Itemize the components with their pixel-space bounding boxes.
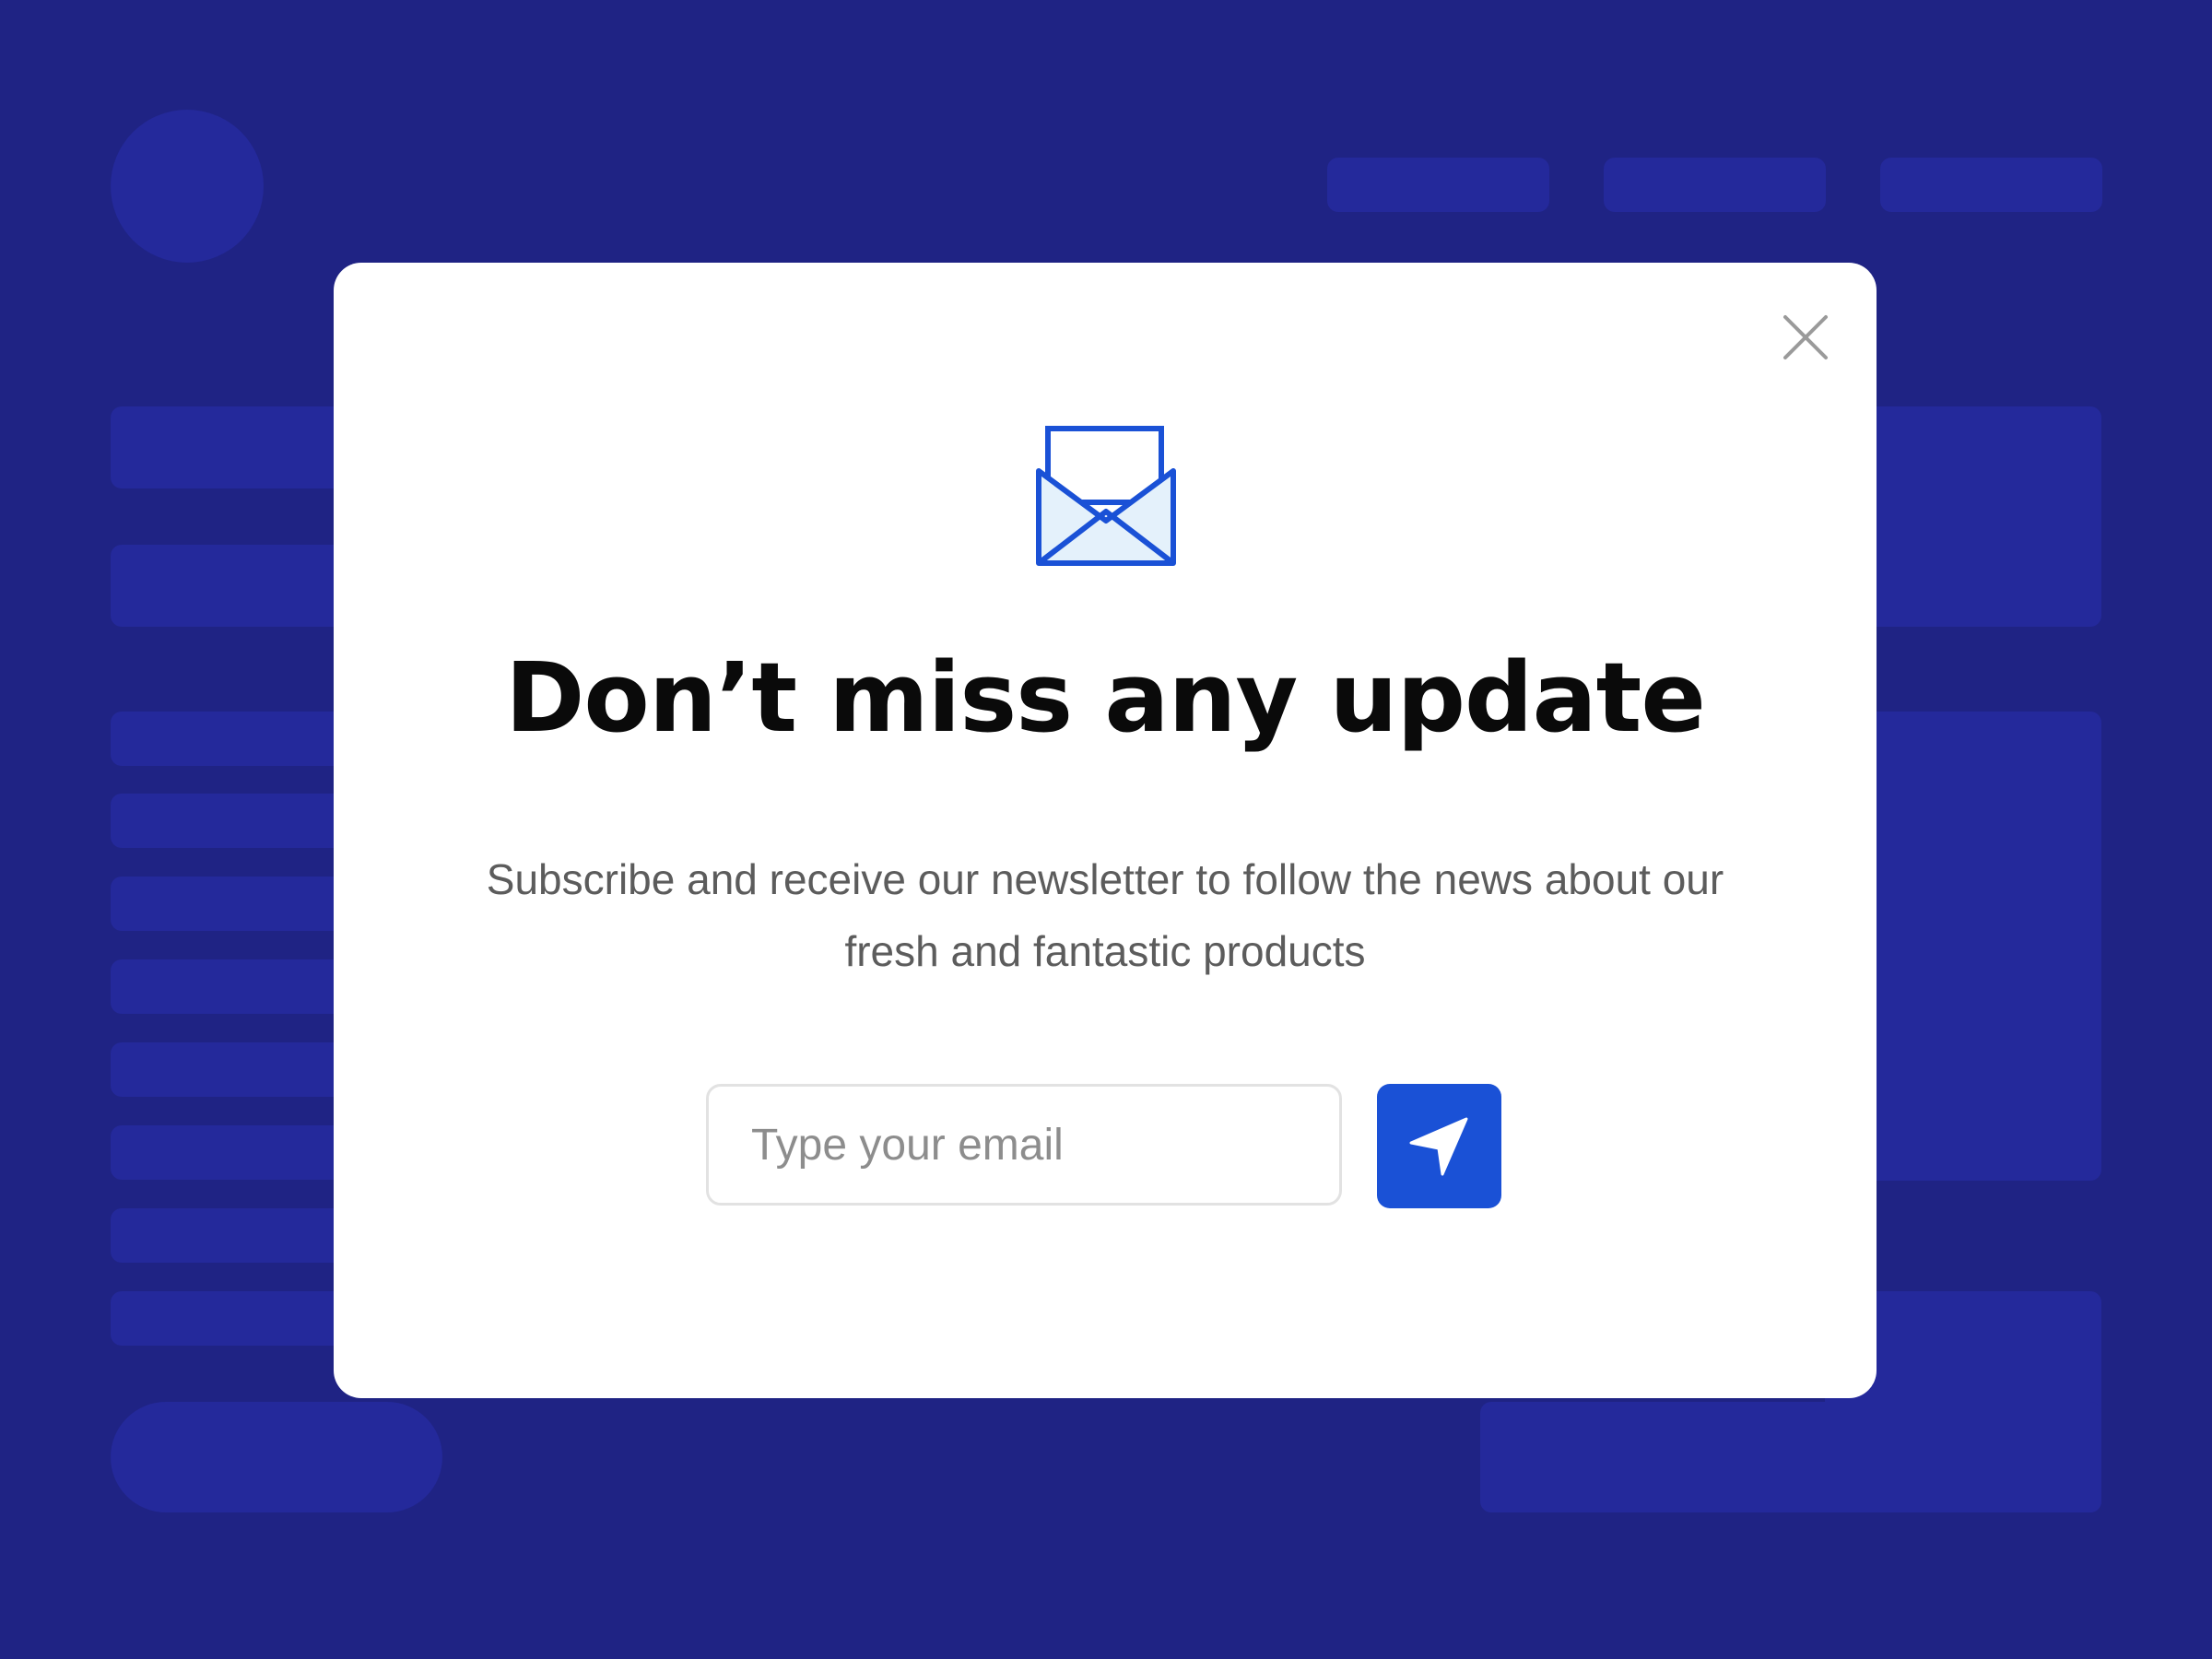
envelope-open-icon bbox=[1036, 426, 1176, 566]
email-input[interactable] bbox=[706, 1084, 1342, 1206]
background-card-placeholder bbox=[1480, 1402, 2101, 1512]
modal-description: Subscribe and receive our newsletter to … bbox=[486, 855, 1724, 975]
close-button[interactable] bbox=[1777, 309, 1834, 366]
background-nav-placeholder bbox=[1604, 158, 1826, 212]
background-nav-placeholder bbox=[1327, 158, 1549, 212]
newsletter-modal: Don’t miss any update Subscribe and rece… bbox=[334, 263, 1877, 1398]
background-nav-placeholder bbox=[1880, 158, 2102, 212]
background-button-placeholder bbox=[111, 1402, 442, 1512]
subscribe-button[interactable] bbox=[1377, 1084, 1501, 1208]
send-arrow-icon bbox=[1409, 1117, 1468, 1176]
close-icon bbox=[1783, 315, 1828, 359]
background-avatar-placeholder bbox=[111, 110, 264, 263]
modal-title: Don’t miss any update bbox=[505, 641, 1706, 754]
